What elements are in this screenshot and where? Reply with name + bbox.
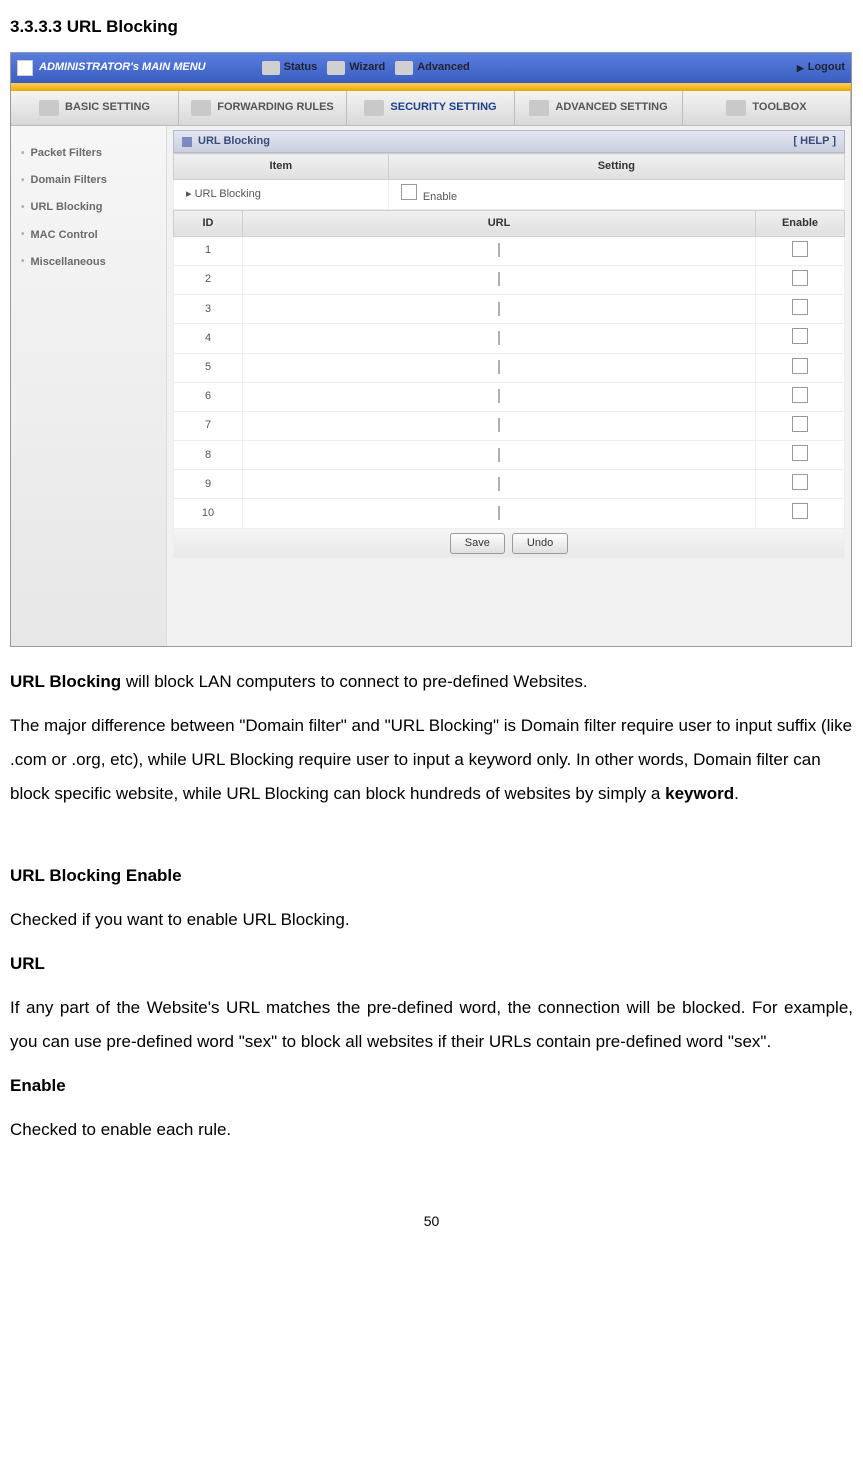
heading-url: URL bbox=[10, 947, 853, 981]
url-input-8[interactable] bbox=[498, 448, 500, 462]
tab-toolbox[interactable]: TOOLBOX bbox=[683, 91, 851, 125]
row-enable-5[interactable] bbox=[792, 358, 808, 374]
url-table: ID URL Enable 1 2 3 4 5 6 7 8 9 10 Save … bbox=[173, 210, 845, 559]
url-input-5[interactable] bbox=[498, 360, 500, 374]
heading-url-blocking-enable: URL Blocking Enable bbox=[10, 859, 853, 893]
url-input-4[interactable] bbox=[498, 331, 500, 345]
basic-icon bbox=[39, 100, 59, 116]
sidebar-item-domain-filters[interactable]: Domain Filters bbox=[11, 167, 166, 194]
nav-advanced[interactable]: Advanced bbox=[395, 61, 470, 75]
tab-advanced-setting[interactable]: ADVANCED SETTING bbox=[515, 91, 683, 125]
enable-label: Enable bbox=[423, 191, 457, 203]
settings-header-table: Item Setting ▸ URL Blocking Enable bbox=[173, 153, 845, 209]
url-input-3[interactable] bbox=[498, 302, 500, 316]
row-enable-10[interactable] bbox=[792, 503, 808, 519]
body-area: Packet Filters Domain Filters URL Blocki… bbox=[11, 126, 851, 646]
triangle-icon: ▶ bbox=[797, 63, 804, 74]
url-input-10[interactable] bbox=[498, 506, 500, 520]
save-button[interactable]: Save bbox=[450, 533, 505, 554]
col-enable: Enable bbox=[756, 210, 845, 236]
nav-status[interactable]: Status bbox=[262, 61, 318, 75]
col-item: Item bbox=[174, 154, 389, 180]
row-enable-7[interactable] bbox=[792, 416, 808, 432]
advanced-icon bbox=[395, 61, 413, 75]
row-enable-9[interactable] bbox=[792, 474, 808, 490]
sidebar: Packet Filters Domain Filters URL Blocki… bbox=[11, 126, 167, 646]
row-enable-4[interactable] bbox=[792, 328, 808, 344]
paragraph-enable: Checked if you want to enable URL Blocki… bbox=[10, 903, 853, 937]
table-row: 4 bbox=[174, 324, 845, 353]
accent-strip bbox=[11, 83, 851, 91]
row-enable-8[interactable] bbox=[792, 445, 808, 461]
col-id: ID bbox=[174, 210, 243, 236]
security-icon bbox=[364, 100, 384, 116]
heading-enable: Enable bbox=[10, 1069, 853, 1103]
main-panel: URL Blocking [ HELP ] Item Setting ▸ URL… bbox=[167, 126, 851, 646]
status-icon bbox=[262, 61, 280, 75]
button-row: Save Undo bbox=[174, 528, 845, 558]
row-enable-2[interactable] bbox=[792, 270, 808, 286]
url-input-6[interactable] bbox=[498, 389, 500, 403]
panel-title-bar: URL Blocking [ HELP ] bbox=[173, 130, 845, 153]
help-link[interactable]: [ HELP ] bbox=[793, 135, 836, 148]
logo-icon bbox=[17, 60, 33, 76]
url-input-7[interactable] bbox=[498, 418, 500, 432]
tab-basic-setting[interactable]: BASIC SETTING bbox=[11, 91, 179, 125]
nav-wizard[interactable]: Wizard bbox=[327, 61, 385, 75]
enable-checkbox[interactable] bbox=[401, 184, 417, 200]
col-url: URL bbox=[243, 210, 756, 236]
table-row: 6 bbox=[174, 382, 845, 411]
table-row: 7 bbox=[174, 411, 845, 440]
tab-security-setting[interactable]: SECURITY SETTING bbox=[347, 91, 515, 125]
logout-link[interactable]: ▶Logout bbox=[797, 61, 845, 74]
toolbox-icon bbox=[726, 100, 746, 116]
wizard-icon bbox=[327, 61, 345, 75]
url-input-1[interactable] bbox=[498, 243, 500, 257]
panel-title-text: URL Blocking bbox=[198, 135, 270, 148]
tab-bar: BASIC SETTING FORWARDING RULES SECURITY … bbox=[11, 91, 851, 126]
paragraph-difference: The major difference between "Domain fil… bbox=[10, 709, 853, 811]
tab-forwarding-rules[interactable]: FORWARDING RULES bbox=[179, 91, 347, 125]
paragraph-intro: URL Blocking will block LAN computers to… bbox=[10, 665, 853, 699]
page-number: 50 bbox=[10, 1207, 853, 1235]
row-enable-6[interactable] bbox=[792, 387, 808, 403]
table-row: 5 bbox=[174, 353, 845, 382]
paragraph-rule-enable: Checked to enable each rule. bbox=[10, 1113, 853, 1147]
forwarding-icon bbox=[191, 100, 211, 116]
square-icon bbox=[182, 137, 192, 147]
top-bar: ADMINISTRATOR's MAIN MENU Status Wizard … bbox=[11, 53, 851, 83]
top-nav: Status Wizard Advanced bbox=[262, 61, 470, 75]
col-setting: Setting bbox=[388, 154, 844, 180]
paragraph-url: If any part of the Website's URL matches… bbox=[10, 991, 853, 1059]
url-input-2[interactable] bbox=[498, 272, 500, 286]
sidebar-item-url-blocking[interactable]: URL Blocking bbox=[11, 194, 166, 221]
table-row: 10 bbox=[174, 499, 845, 528]
row-url-blocking-setting: Enable bbox=[388, 180, 844, 209]
table-row: 9 bbox=[174, 470, 845, 499]
sidebar-item-packet-filters[interactable]: Packet Filters bbox=[11, 140, 166, 167]
section-heading: 3.3.3.3 URL Blocking bbox=[10, 10, 853, 44]
table-row: 1 bbox=[174, 236, 845, 265]
table-row: 2 bbox=[174, 265, 845, 294]
advanced-tab-icon bbox=[529, 100, 549, 116]
row-url-blocking-label: ▸ URL Blocking bbox=[174, 180, 389, 209]
row-enable-3[interactable] bbox=[792, 299, 808, 315]
url-input-9[interactable] bbox=[498, 477, 500, 491]
undo-button[interactable]: Undo bbox=[512, 533, 568, 554]
sidebar-item-mac-control[interactable]: MAC Control bbox=[11, 222, 166, 249]
router-screenshot: ADMINISTRATOR's MAIN MENU Status Wizard … bbox=[10, 52, 852, 647]
table-row: 3 bbox=[174, 295, 845, 324]
row-enable-1[interactable] bbox=[792, 241, 808, 257]
sidebar-item-miscellaneous[interactable]: Miscellaneous bbox=[11, 249, 166, 276]
table-row: 8 bbox=[174, 441, 845, 470]
description-text: URL Blocking will block LAN computers to… bbox=[10, 665, 853, 1147]
main-menu-label: ADMINISTRATOR's MAIN MENU bbox=[39, 61, 206, 74]
